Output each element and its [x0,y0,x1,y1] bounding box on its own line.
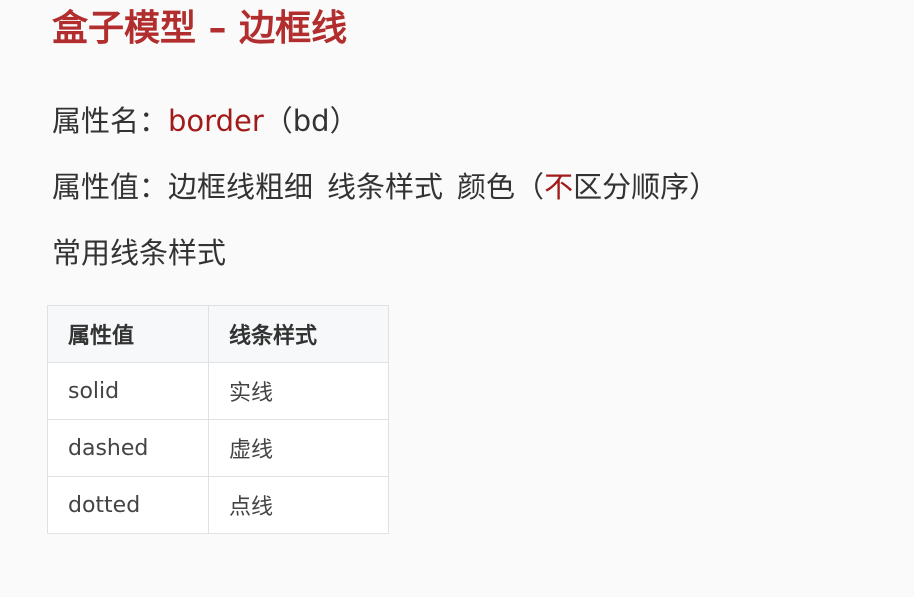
property-value-line: 属性值：边框线粗细 线条样式 颜色（不区分顺序） [52,168,718,206]
table-cell-value: dotted [47,476,209,534]
table-cell-style: 虚线 [208,419,389,477]
slide-title: 盒子模型 – 边框线 [52,8,348,49]
property-value-style: 线条样式 [327,170,444,204]
property-name-label: 属性名： [52,104,169,138]
table-header-line-style: 线条样式 [208,305,389,363]
property-value-width: 边框线粗细 [168,170,314,204]
table-cell-style: 点线 [208,476,389,534]
property-value-emphasis: 不 [544,170,574,204]
table-row: dashed 虚线 [47,419,389,477]
property-value-order-note: 区分顺序） [573,170,719,204]
property-name-value: border [168,104,264,138]
slide: 盒子模型 – 边框线 属性名：border（bd） 属性值：边框线粗细 线条样式颜… [0,0,914,597]
line-style-table: 属性值 线条样式 solid 实线 dashed 虚线 dotted 点线 [47,305,389,534]
table-row: dotted 点线 [47,476,389,534]
table-header-row: 属性值 线条样式 [47,305,389,363]
property-value-color: 颜色（ [457,170,545,204]
common-styles-heading: 常用线条样式 [52,236,227,270]
table-cell-style: 实线 [208,362,389,420]
property-name-alias: （bd） [263,104,359,138]
property-name-line: 属性名：border（bd） [52,102,359,140]
property-value-label: 属性值： [52,170,169,204]
table-cell-value: solid [47,362,209,420]
table-header-property-value: 属性值 [47,305,209,363]
table-cell-value: dashed [47,419,209,477]
table-row: solid 实线 [47,362,389,420]
